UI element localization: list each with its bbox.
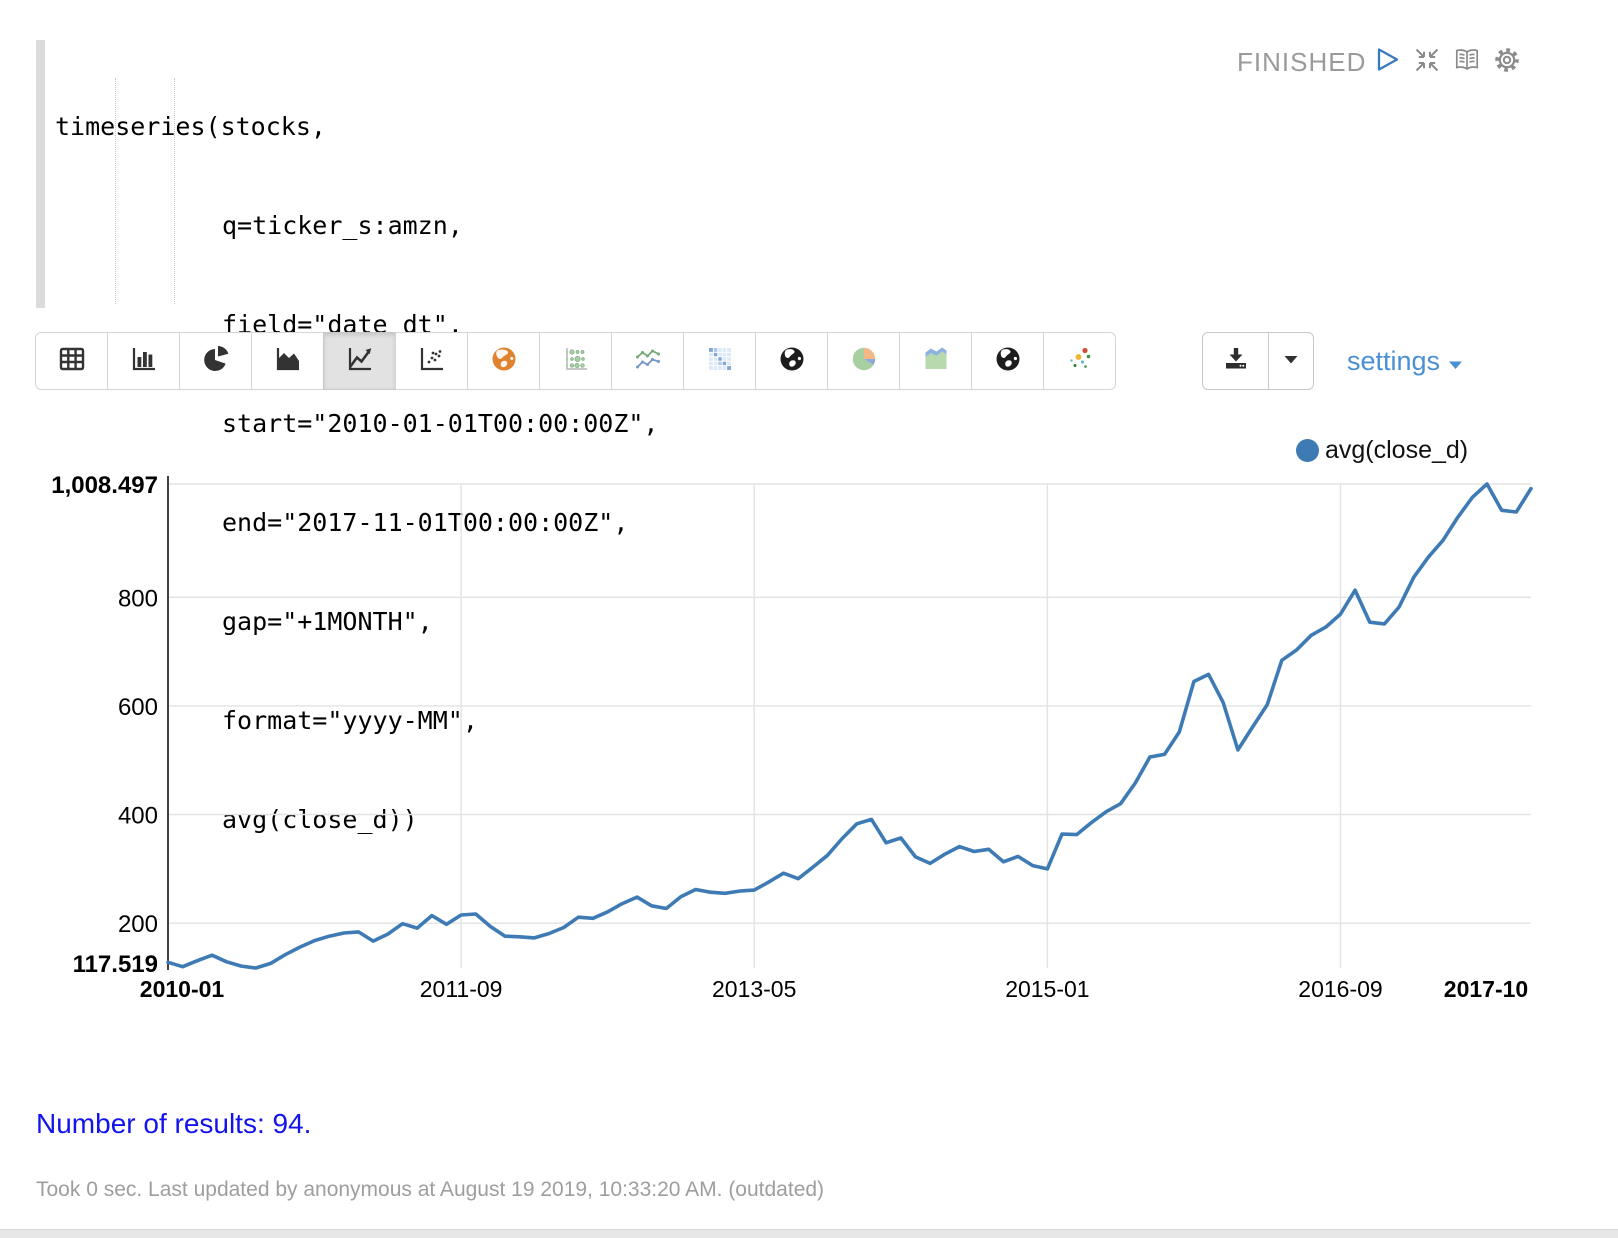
svg-text:800: 800 bbox=[118, 585, 158, 612]
svg-text:2017-10: 2017-10 bbox=[1444, 976, 1528, 1002]
timeseries-line-chart: 200 400 600 800 1,008.497 117.5192010-01 2011-… bbox=[0, 0, 1618, 1238]
page-bottom-divider bbox=[0, 1229, 1618, 1238]
svg-text:117.519: 117.519 bbox=[73, 951, 158, 978]
results-count: Number of results: 94. bbox=[36, 1108, 311, 1140]
svg-text:2013-05: 2013-05 bbox=[712, 976, 796, 1002]
svg-text:1,008.497: 1,008.497 bbox=[51, 472, 158, 499]
svg-text:2016-09: 2016-09 bbox=[1298, 976, 1382, 1002]
paragraph-footer: Took 0 sec. Last updated by anonymous at… bbox=[36, 1178, 824, 1202]
svg-text:600: 600 bbox=[118, 694, 158, 721]
svg-text:200: 200 bbox=[118, 911, 158, 938]
svg-text:2015-01: 2015-01 bbox=[1005, 976, 1089, 1002]
svg-text:400: 400 bbox=[118, 803, 158, 830]
svg-text:2010-01: 2010-01 bbox=[140, 976, 225, 1002]
notebook-paragraph: timeseries(stocks, q=ticker_s:amzn, fiel… bbox=[0, 0, 1618, 1238]
svg-text:2011-09: 2011-09 bbox=[420, 976, 503, 1002]
